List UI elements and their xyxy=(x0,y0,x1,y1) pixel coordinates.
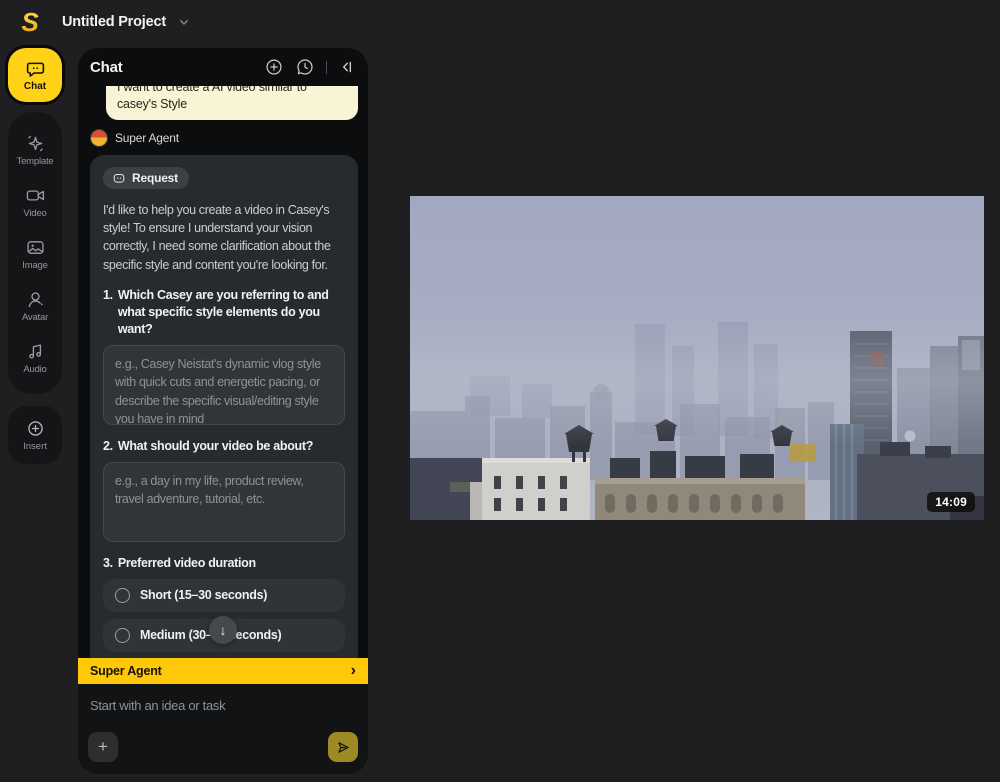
agent-identity-row: Super Agent xyxy=(90,129,358,147)
sidebar-item-image[interactable]: Image xyxy=(8,228,62,280)
image-icon xyxy=(25,237,46,258)
app-logo-icon[interactable]: S xyxy=(16,7,44,37)
video-timestamp: 14:09 xyxy=(927,492,975,512)
sidebar-item-label: Image xyxy=(22,260,47,271)
audio-note-icon xyxy=(25,341,46,362)
chat-panel: Chat I want to create a AI video similar… xyxy=(78,48,368,774)
agent-name-label: Super Agent xyxy=(115,131,179,145)
super-agent-bar-label: Super Agent xyxy=(90,664,162,678)
sidebar-item-label: Template xyxy=(17,156,54,167)
user-message-bubble: I want to create a AI video similar to c… xyxy=(106,86,358,120)
request-badge: Request xyxy=(103,167,189,189)
topic-input[interactable]: e.g., a day in my life, product review, … xyxy=(103,462,345,542)
sidebar-item-label: Chat xyxy=(24,81,46,92)
plus-icon: + xyxy=(98,737,108,757)
city-skyline-frame xyxy=(410,196,984,520)
send-plane-icon xyxy=(335,739,352,756)
scroll-to-bottom-button[interactable]: ↓ xyxy=(209,616,237,644)
question-1-text: Which Casey are you referring to and wha… xyxy=(118,287,345,338)
top-bar: S Untitled Project xyxy=(0,0,1000,44)
duration-option-label: Short (15–30 seconds) xyxy=(140,588,267,602)
sidebar-item-insert[interactable]: Insert xyxy=(8,406,62,464)
composer-placeholder: Start with an idea or task xyxy=(90,698,356,713)
send-button[interactable] xyxy=(328,732,358,762)
question-3: 3. Preferred video duration xyxy=(103,555,345,572)
chat-composer[interactable]: Start with an idea or task + xyxy=(78,684,368,774)
question-3-number: 3. xyxy=(103,555,113,572)
video-camera-icon xyxy=(25,185,46,206)
video-preview[interactable]: 14:09 xyxy=(410,196,984,520)
sidebar-item-avatar[interactable]: Avatar xyxy=(8,280,62,332)
chat-header: Chat xyxy=(78,48,368,86)
duration-option-short[interactable]: Short (15–30 seconds) xyxy=(103,579,345,612)
sidebar-tool-group: Template Video Image xyxy=(8,112,62,394)
radio-unselected-icon xyxy=(115,588,130,603)
radio-unselected-icon xyxy=(115,628,130,643)
chevron-down-icon[interactable] xyxy=(176,14,192,30)
agent-request-card: Request I'd like to help you create a vi… xyxy=(90,155,358,658)
chevron-right-icon: › xyxy=(351,663,356,679)
question-2-number: 2. xyxy=(103,438,113,455)
sidebar-item-audio[interactable]: Audio xyxy=(8,332,62,384)
sidebar-item-label: Insert xyxy=(23,441,47,452)
question-2-text: What should your video be about? xyxy=(118,438,313,455)
new-chat-plus-icon[interactable] xyxy=(264,57,284,77)
svg-text:S: S xyxy=(21,7,39,37)
template-sparkle-icon xyxy=(25,133,46,154)
sidebar-item-label: Video xyxy=(23,208,46,219)
question-2: 2. What should your video be about? xyxy=(103,438,345,455)
project-title[interactable]: Untitled Project xyxy=(62,14,166,30)
sidebar-item-template[interactable]: Template xyxy=(8,124,62,176)
request-face-icon xyxy=(112,171,126,185)
question-1: 1. Which Casey are you referring to and … xyxy=(103,287,345,338)
avatar-person-icon xyxy=(25,289,46,310)
super-agent-avatar xyxy=(90,129,108,147)
app-window: S Untitled Project Chat Template xyxy=(0,0,1000,782)
sidebar-item-label: Avatar xyxy=(22,312,48,323)
question-3-text: Preferred video duration xyxy=(118,555,256,572)
sidebar: Chat Template Video xyxy=(8,48,62,464)
insert-plus-icon xyxy=(25,418,46,439)
super-agent-bar[interactable]: Super Agent › xyxy=(78,658,368,684)
history-clock-icon[interactable] xyxy=(295,57,315,77)
topic-input-placeholder: e.g., a day in my life, product review, … xyxy=(115,474,304,507)
attach-plus-button[interactable]: + xyxy=(88,732,118,762)
header-divider xyxy=(326,61,327,74)
collapse-panel-icon[interactable] xyxy=(336,57,356,77)
sidebar-item-video[interactable]: Video xyxy=(8,176,62,228)
sidebar-item-label: Audio xyxy=(23,364,46,375)
chat-message-list[interactable]: I want to create a AI video similar to c… xyxy=(78,86,368,658)
chat-panel-title: Chat xyxy=(90,59,123,76)
style-input[interactable]: e.g., Casey Neistat's dynamic vlog style… xyxy=(103,345,345,425)
chat-bubble-icon xyxy=(25,59,46,80)
sidebar-item-chat[interactable]: Chat xyxy=(8,48,62,102)
question-1-number: 1. xyxy=(103,287,113,338)
style-input-placeholder: e.g., Casey Neistat's dynamic vlog style… xyxy=(115,357,321,425)
agent-intro-text: I'd like to help you create a video in C… xyxy=(103,201,345,274)
request-badge-label: Request xyxy=(132,171,178,185)
arrow-down-icon: ↓ xyxy=(220,622,227,638)
